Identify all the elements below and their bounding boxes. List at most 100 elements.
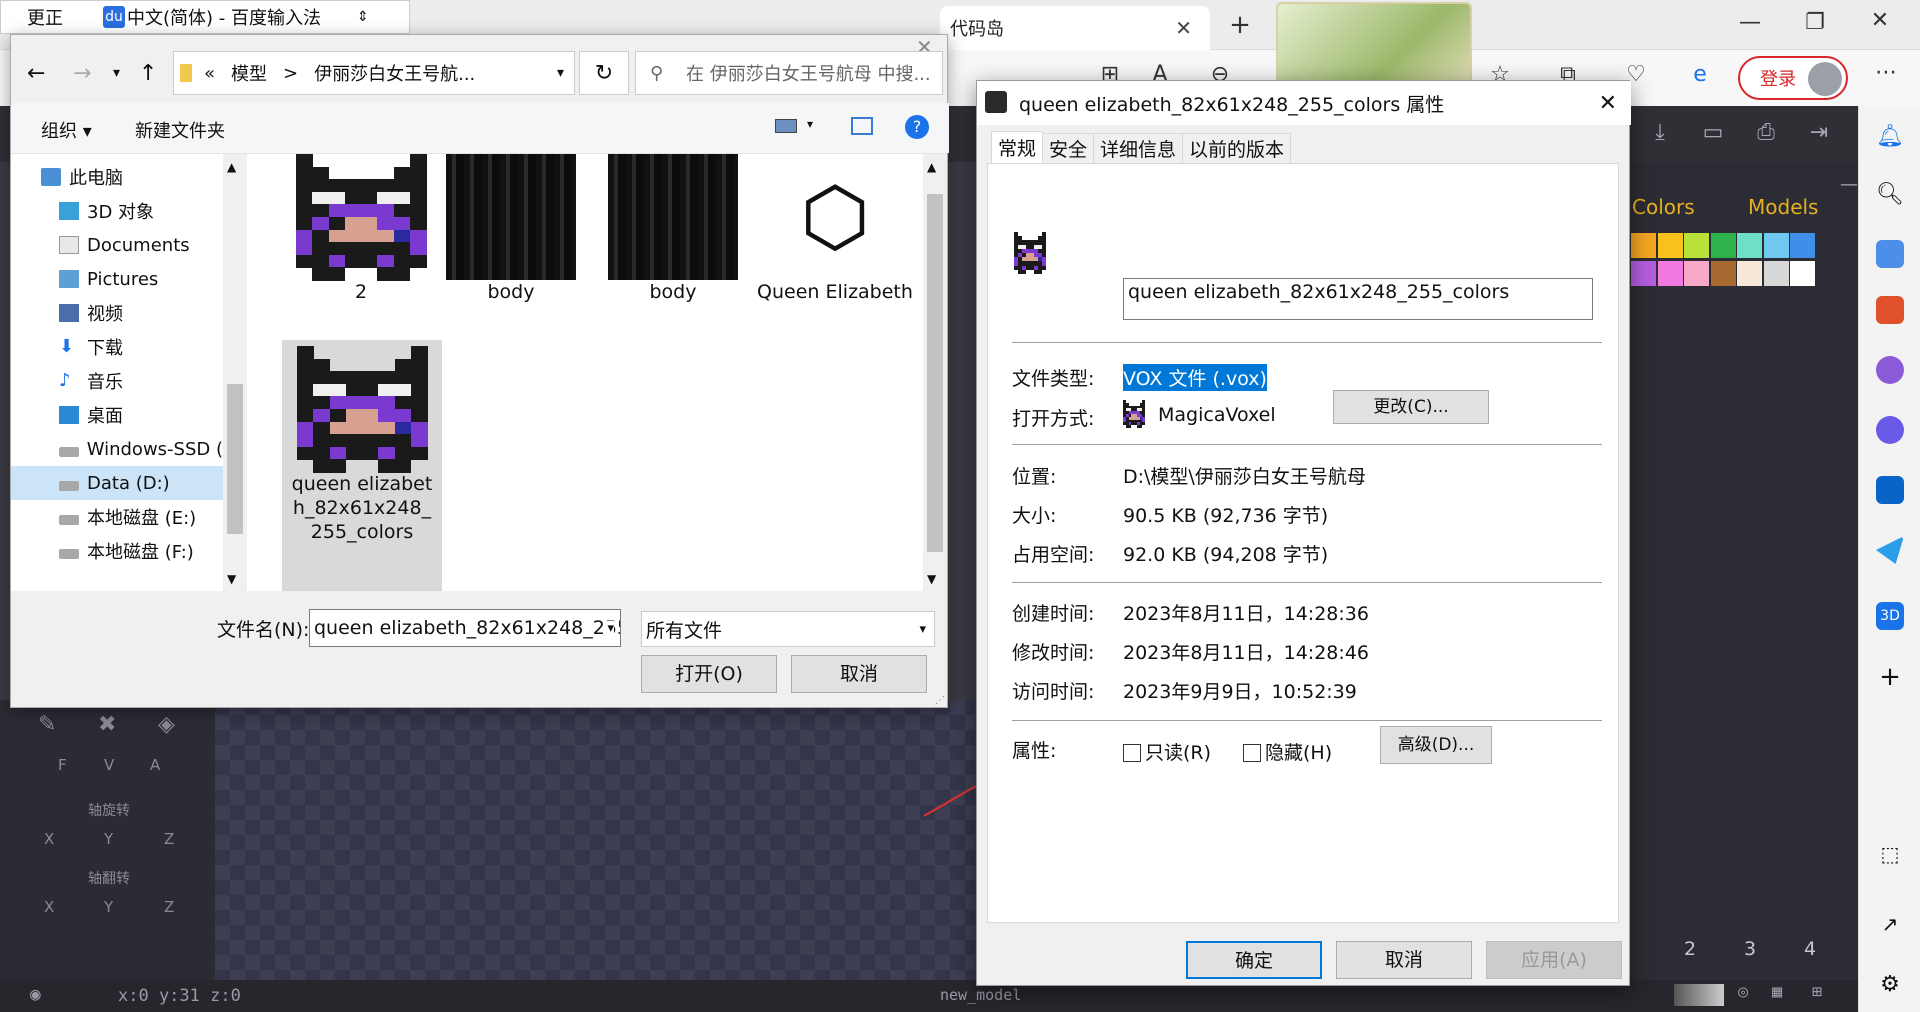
color-swatch[interactable]	[1790, 261, 1815, 286]
minimize-icon[interactable]: —	[1730, 10, 1770, 35]
tree-item-videos[interactable]: 视频	[11, 296, 223, 330]
more-icon[interactable]: ⋯	[1866, 60, 1906, 85]
window-close-icon[interactable]: ✕	[1860, 8, 1900, 33]
refresh-icon[interactable]: ↻	[579, 51, 629, 95]
scroll-down-icon[interactable]: ▼	[927, 572, 936, 586]
open-button[interactable]: 打开(O)	[641, 655, 777, 693]
breadcrumb-models[interactable]: 模型	[231, 60, 267, 86]
pattern-icon[interactable]: ⊞	[1812, 982, 1822, 1002]
mode-a[interactable]: A	[150, 756, 160, 774]
color-swatch[interactable]	[1737, 261, 1762, 286]
tree-item-windows-ssd[interactable]: Windows-SSD (	[11, 432, 223, 466]
readonly-checkbox[interactable]: 只读(R)	[1123, 738, 1211, 765]
color-swatch[interactable]	[1790, 233, 1815, 258]
cancel-button[interactable]: 取消	[791, 655, 927, 693]
color-swatch[interactable]	[1684, 233, 1709, 258]
print-icon[interactable]: ⎙	[1746, 120, 1786, 145]
tree-item-downloads[interactable]: ⬇ 下载	[11, 330, 223, 364]
ime-engine[interactable]: 中文(简体) - 百度输入法	[127, 4, 321, 30]
tree-item-local-f[interactable]: 本地磁盘 (F:)	[11, 534, 223, 568]
tab-details[interactable]: 详细信息	[1093, 133, 1184, 163]
tree-item-pictures[interactable]: Pictures	[11, 262, 223, 296]
tree-item-documents[interactable]: Documents	[11, 228, 223, 262]
external-link-icon[interactable]: ↗	[1876, 912, 1904, 940]
mode-v[interactable]: V	[104, 756, 114, 774]
palette-page-2[interactable]: 2	[1684, 938, 1696, 960]
tab-previous-versions[interactable]: 以前的版本	[1182, 133, 1292, 163]
file-item[interactable]: 2	[281, 154, 441, 304]
breadcrumb-overflow[interactable]: «	[204, 63, 215, 84]
preview-pane-icon[interactable]	[851, 117, 873, 135]
tab-security[interactable]: 安全	[1042, 133, 1095, 163]
restore-icon[interactable]: ❐	[1795, 10, 1835, 35]
scroll-thumb[interactable]	[927, 194, 943, 552]
filename-field[interactable]: queen elizabeth_82x61x248_255_colors	[1123, 278, 1593, 320]
color-swatch[interactable]	[1710, 261, 1736, 286]
help-icon[interactable]: ?	[905, 115, 929, 139]
file-item-selected[interactable]: queen elizabeth_82x61x248_255_colors	[282, 340, 442, 591]
address-bar[interactable]: « 模型 > 伊丽莎白女王号航... ▾	[173, 51, 575, 95]
filetype-dropdown-icon[interactable]: ▾	[919, 622, 926, 637]
close-tab-icon[interactable]: ✕	[1175, 16, 1192, 40]
view-options-icon[interactable]	[775, 119, 797, 133]
color-swatch[interactable]	[1763, 261, 1789, 286]
flip-x[interactable]: X	[44, 898, 54, 916]
new-tab-icon[interactable]: +	[1220, 10, 1260, 40]
advanced-button[interactable]: 高级(D)...	[1380, 726, 1492, 764]
address-dropdown-icon[interactable]: ▾	[557, 65, 564, 81]
color-swatch[interactable]	[1684, 261, 1709, 286]
ime-correction[interactable]: 更正	[27, 4, 63, 30]
scroll-up-icon[interactable]: ▲	[227, 160, 236, 174]
download-icon[interactable]: ⤓	[1640, 120, 1680, 145]
breadcrumb-current[interactable]: 伊丽莎白女王号航...	[314, 60, 475, 86]
color-swatch[interactable]	[1737, 233, 1762, 258]
edge-icon[interactable]: e	[1680, 62, 1720, 87]
render-icon[interactable]: ◎	[1738, 982, 1748, 1002]
forward-icon[interactable]: →	[73, 61, 91, 86]
tab-general[interactable]: 常规	[991, 131, 1044, 163]
tab-colors[interactable]: Colors	[1632, 195, 1695, 219]
mode-f[interactable]: F	[58, 756, 67, 774]
login-button[interactable]: 登录	[1738, 56, 1848, 100]
change-button[interactable]: 更改(C)...	[1333, 390, 1489, 424]
palette-page-3[interactable]: 3	[1744, 938, 1756, 960]
outlook-icon[interactable]	[1876, 476, 1904, 504]
tree-item-this-pc[interactable]: 此电脑	[11, 160, 223, 194]
dialog-close-icon[interactable]: ✕	[1599, 91, 1617, 116]
file-item[interactable]: ⬡ Queen Elizabeth	[755, 154, 915, 304]
games-icon[interactable]	[1876, 356, 1904, 384]
flip-y[interactable]: Y	[104, 898, 113, 916]
3d-viewer-icon[interactable]: 3D	[1876, 602, 1904, 630]
view-dropdown-icon[interactable]: ▾	[807, 117, 813, 131]
organize-button[interactable]: 组织 ▾	[41, 117, 92, 143]
new-folder-button[interactable]: 新建文件夹	[135, 117, 225, 143]
up-icon[interactable]: ↑	[139, 61, 157, 86]
resize-grip-icon[interactable]: ⋰	[935, 695, 945, 706]
color-swatch[interactable]	[1631, 233, 1656, 258]
rotate-x[interactable]: X	[44, 830, 54, 848]
open-folder-icon[interactable]: ▭	[1693, 120, 1733, 145]
filename-dropdown-icon[interactable]: ▾	[603, 620, 614, 636]
add-icon[interactable]: +	[1876, 662, 1904, 692]
exit-icon[interactable]: ⇥	[1799, 120, 1839, 145]
screenshot-icon[interactable]: ⬚	[1876, 842, 1904, 870]
paint-tool-icon[interactable]: ◈	[158, 712, 175, 737]
tree-item-3d-objects[interactable]: 3D 对象	[11, 194, 223, 228]
scroll-down-icon[interactable]: ▼	[227, 572, 236, 586]
pen-tool-icon[interactable]: ✎	[38, 712, 56, 737]
rotate-z[interactable]: Z	[164, 830, 174, 848]
back-icon[interactable]: ←	[27, 61, 45, 86]
send-icon[interactable]	[1876, 536, 1904, 564]
tree-scrollbar[interactable]: ▲ ▼	[223, 154, 247, 591]
filetype-select[interactable]: 所有文件 ▾	[641, 611, 935, 647]
files-scrollbar[interactable]: ▲ ▼	[923, 154, 947, 591]
browser-tab[interactable]: 代码岛 ✕	[940, 6, 1210, 50]
file-item[interactable]: body	[593, 154, 753, 304]
color-swatch[interactable]	[1657, 233, 1683, 258]
flip-z[interactable]: Z	[164, 898, 174, 916]
rotate-y[interactable]: Y	[104, 830, 113, 848]
tree-item-desktop[interactable]: 桌面	[11, 398, 223, 432]
settings-gear-icon[interactable]: ⚙	[1876, 972, 1904, 1000]
ok-button[interactable]: 确定	[1186, 941, 1322, 979]
search-icon[interactable]: 🔍︎	[1876, 182, 1904, 210]
